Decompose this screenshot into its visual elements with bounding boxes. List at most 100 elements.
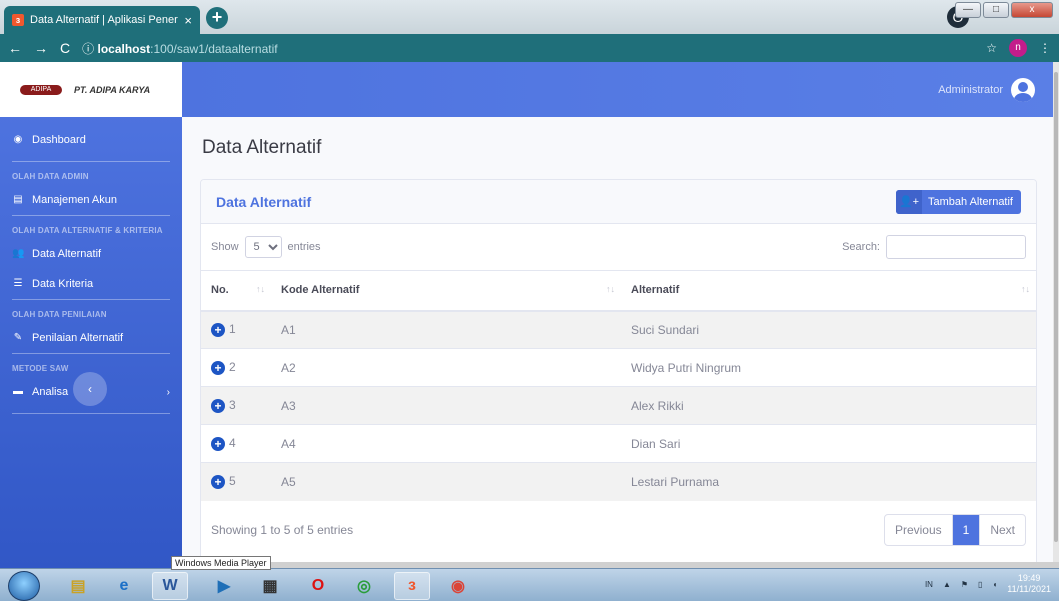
row-number: 3 <box>229 398 236 413</box>
info-icon[interactable]: ⓘ <box>82 42 94 56</box>
cell-kode: A3 <box>271 386 621 425</box>
column-label: No. <box>211 284 229 297</box>
search-group: Search: <box>842 235 1026 259</box>
table-row[interactable]: +1 A1 Suci Sundari <box>201 310 1036 349</box>
page-1-button[interactable]: 1 <box>951 515 980 545</box>
company-name: PT. ADIPA KARYA <box>74 84 151 95</box>
column-label: Kode Alternatif <box>281 284 360 297</box>
vertical-scrollbar[interactable] <box>1053 62 1059 568</box>
reload-icon[interactable]: C <box>60 40 70 56</box>
expand-row-icon[interactable]: + <box>211 475 225 490</box>
chrome-icon[interactable]: ◉ <box>440 572 476 600</box>
chevron-right-icon: › <box>166 386 170 398</box>
brand[interactable]: ADIPA PT. ADIPA KARYA <box>0 62 182 117</box>
show-label: Show <box>211 241 239 253</box>
tab-close-icon[interactable]: × <box>184 13 192 28</box>
clock-date: 11/11/2021 <box>1007 584 1051 594</box>
sidebar-item-penilaian-alternatif[interactable]: ✎ Penilaian Alternatif <box>0 323 182 353</box>
dashboard-icon: ◉ <box>13 134 23 145</box>
sidebar-item-manajemen-akun[interactable]: ▤ Manajemen Akun <box>0 185 182 215</box>
calculator-icon[interactable]: ▦ <box>252 572 288 600</box>
main-content: Data Alternatif Data Alternatif 👤+ Tamba… <box>182 117 1059 568</box>
table-controls: Show 5 entries Search: <box>201 224 1036 270</box>
sidebar-heading-alternatif: OLAH DATA ALTERNATIF & KRITERIA <box>12 226 163 235</box>
start-button[interactable] <box>8 571 40 601</box>
cell-no: +2 <box>201 348 271 387</box>
system-tray: IN ▲ ⚑ ▯ ◖ 19:49 11/11/2021 <box>925 573 1051 595</box>
row-number: 5 <box>229 474 236 489</box>
sidebar-heading-admin: OLAH DATA ADMIN <box>12 172 89 181</box>
tray-arrow-icon[interactable]: ▲ <box>943 580 951 589</box>
folder-icon: ▬ <box>13 386 23 397</box>
sidebar-item-data-alternatif[interactable]: 👥 Data Alternatif <box>0 239 182 269</box>
bookmark-star-icon[interactable]: ☆ <box>986 41 997 55</box>
cell-no: +3 <box>201 386 271 425</box>
expand-row-icon[interactable]: + <box>211 398 225 413</box>
add-alternatif-button[interactable]: 👤+ Tambah Alternatif <box>896 189 1021 214</box>
flag-icon[interactable]: ⚑ <box>961 580 968 589</box>
sidebar: ADIPA PT. ADIPA KARYA ◉ Dashboard OLAH D… <box>0 62 182 568</box>
table-row[interactable]: +2 A2 Widya Putri Ningrum <box>201 348 1036 387</box>
expand-row-icon[interactable]: + <box>211 436 225 451</box>
cell-kode: A4 <box>271 424 621 463</box>
xampp-favicon-icon: ɜ <box>12 14 24 26</box>
back-arrow-icon[interactable]: ← <box>8 40 22 56</box>
maximize-button[interactable]: □ <box>983 2 1009 18</box>
sidebar-heading-penilaian: OLAH DATA PENILAIAN <box>12 310 107 319</box>
table-footer: Showing 1 to 5 of 5 entries Previous 1 N… <box>201 493 1036 567</box>
user-edit-icon: ✎ <box>13 332 23 343</box>
url-host: localhost <box>97 41 151 56</box>
sidebar-item-dashboard[interactable]: ◉ Dashboard <box>0 125 182 155</box>
id-card-icon: ▤ <box>13 194 23 205</box>
sidebar-item-label: Dashboard <box>32 134 86 146</box>
forward-arrow-icon[interactable]: → <box>34 40 48 56</box>
next-page-button[interactable]: Next <box>979 515 1025 545</box>
column-header-kode[interactable]: Kode Alternatif ↑↓ <box>271 270 621 312</box>
table-header-row: No. ↑↓ Kode Alternatif ↑↓ Alternatif ↑↓ <box>201 270 1036 312</box>
cell-alternatif: Dian Sari <box>621 424 1036 463</box>
close-window-button[interactable]: x <box>1011 2 1053 18</box>
url-field[interactable]: ⓘ localhost:100/saw1/dataalternatif <box>82 40 277 57</box>
expand-row-icon[interactable]: + <box>211 323 225 338</box>
explorer-icon[interactable]: ▤ <box>60 572 96 600</box>
clock-time: 19:49 <box>1017 573 1041 583</box>
taskbar-tooltip: Windows Media Player <box>171 556 271 570</box>
minimize-button[interactable]: — <box>955 2 981 18</box>
expand-row-icon[interactable]: + <box>211 360 225 375</box>
scrollbar-thumb[interactable] <box>1054 72 1058 542</box>
language-indicator[interactable]: IN <box>925 580 933 589</box>
previous-page-button[interactable]: Previous <box>885 515 952 545</box>
internet-explorer-icon[interactable]: e <box>106 572 142 600</box>
row-number: 2 <box>229 360 236 375</box>
opera-icon[interactable]: O <box>300 572 336 600</box>
browser-menu-icon[interactable]: ⋮ <box>1039 41 1051 55</box>
chrome-alt-icon[interactable]: ◎ <box>346 572 382 600</box>
page-title: Data Alternatif <box>202 137 322 158</box>
word-icon[interactable]: W <box>152 572 188 600</box>
entries-select[interactable]: 5 <box>244 236 282 258</box>
row-number: 4 <box>229 436 236 451</box>
column-label: Alternatif <box>631 284 680 297</box>
battery-icon[interactable]: ▯ <box>978 580 982 589</box>
column-header-alternatif[interactable]: Alternatif ↑↓ <box>621 270 1036 312</box>
cell-alternatif: Suci Sundari <box>621 310 1036 349</box>
user-dropdown[interactable]: Administrator <box>938 78 1035 102</box>
xampp-icon[interactable]: ɜ <box>394 572 430 600</box>
clock[interactable]: 19:49 11/11/2021 <box>1007 573 1051 595</box>
list-icon: ☰ <box>13 278 23 289</box>
column-header-no[interactable]: No. ↑↓ <box>201 270 271 312</box>
sidebar-item-label: Penilaian Alternatif <box>32 332 124 344</box>
card-header: Data Alternatif 👤+ Tambah Alternatif <box>201 180 1036 224</box>
sidebar-toggle-button[interactable]: ‹ <box>73 372 107 406</box>
search-input[interactable] <box>886 235 1026 259</box>
table-row[interactable]: +3 A3 Alex Rikki <box>201 386 1036 425</box>
url-path: :100/saw1/dataalternatif <box>150 41 278 56</box>
new-tab-button[interactable]: + <box>206 7 228 29</box>
volume-icon[interactable]: ◖ <box>992 580 997 589</box>
sidebar-item-data-kriteria[interactable]: ☰ Data Kriteria <box>0 269 182 299</box>
table-row[interactable]: +4 A4 Dian Sari <box>201 424 1036 463</box>
media-player-icon[interactable]: ▶ <box>206 572 242 600</box>
browser-tab[interactable]: ɜ Data Alternatif | Aplikasi Penerim × <box>4 6 200 34</box>
users-icon: 👥 <box>12 248 25 259</box>
profile-avatar[interactable]: n <box>1009 39 1027 57</box>
